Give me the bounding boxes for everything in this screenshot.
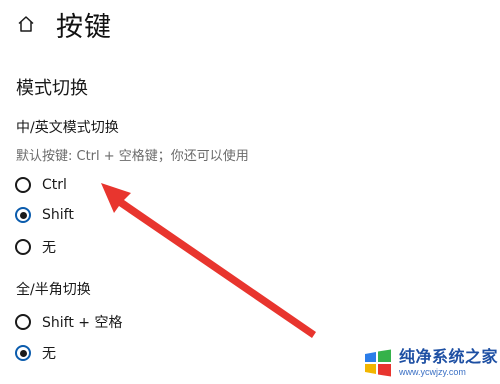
section-title: 模式切换 <box>16 78 88 99</box>
windows-logo-icon <box>365 349 391 377</box>
radio-none-lang-circle[interactable] <box>15 239 31 255</box>
radio-shift-space[interactable]: Shift + 空格 <box>15 312 122 332</box>
radio-ctrl-circle[interactable] <box>15 177 31 193</box>
radio-ctrl-label[interactable]: Ctrl <box>42 177 67 193</box>
radio-none-width[interactable]: 无 <box>15 343 56 363</box>
radio-shift[interactable]: Shift <box>15 207 74 223</box>
annotation-arrow-shape <box>101 183 316 338</box>
header: 按键 <box>16 4 112 44</box>
lang-switch-hint: 默认按键: Ctrl + 空格键；你还可以使用 <box>16 149 249 164</box>
width-switch-label: 全/半角切换 <box>16 282 91 298</box>
radio-none-width-label[interactable]: 无 <box>42 343 56 363</box>
home-icon <box>18 16 34 32</box>
radio-shift-label[interactable]: Shift <box>42 207 74 223</box>
watermark-url: www.ycwjzy.com <box>399 367 466 377</box>
radio-none-width-circle[interactable] <box>15 345 31 361</box>
radio-ctrl[interactable]: Ctrl <box>15 177 67 193</box>
home-button[interactable] <box>16 14 36 34</box>
radio-none-lang-label[interactable]: 无 <box>42 237 56 257</box>
watermark: 纯净系统之家 www.ycwjzy.com <box>362 342 500 384</box>
radio-shift-space-label[interactable]: Shift + 空格 <box>42 312 122 332</box>
lang-switch-label: 中/英文模式切换 <box>16 120 119 136</box>
radio-shift-space-circle[interactable] <box>15 314 31 330</box>
radio-none-lang[interactable]: 无 <box>15 237 56 257</box>
page-title: 按键 <box>56 11 112 43</box>
radio-shift-circle[interactable] <box>15 207 31 223</box>
watermark-title: 纯净系统之家 <box>399 347 499 366</box>
